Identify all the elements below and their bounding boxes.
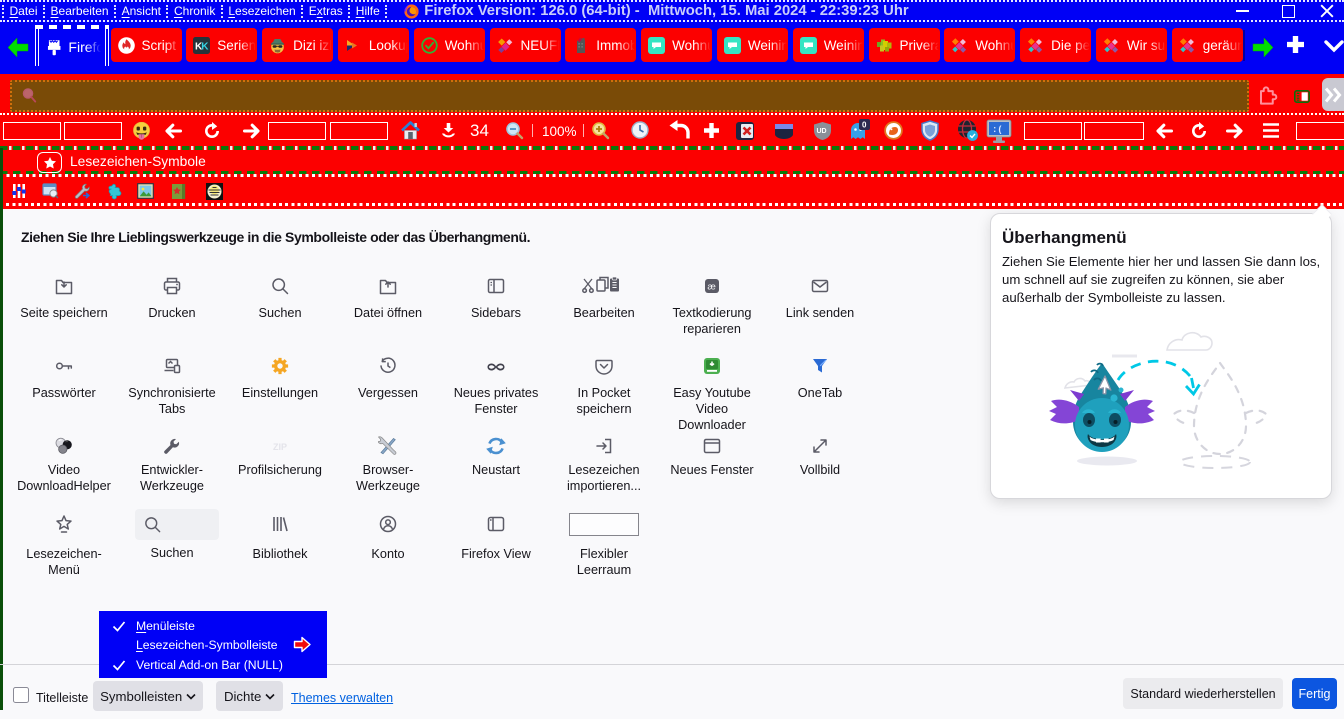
- svg-text::(: :(: [992, 125, 1003, 135]
- svg-text:æ: æ: [707, 282, 716, 293]
- svg-text:UD: UD: [817, 128, 827, 135]
- svg-text:ZIP: ZIP: [273, 442, 287, 452]
- svg-text:0: 0: [862, 121, 867, 130]
- svg-text:K: K: [201, 41, 209, 52]
